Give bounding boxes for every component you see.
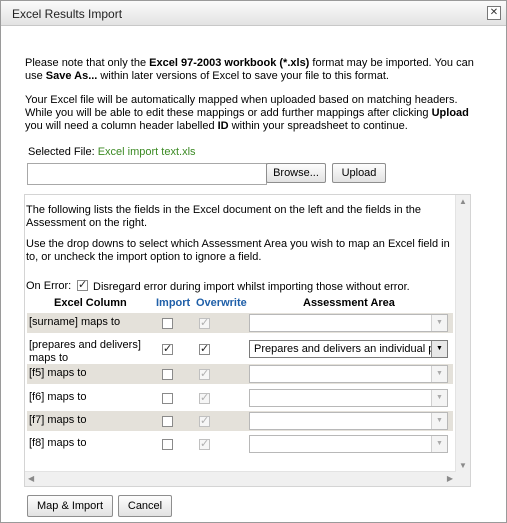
close-button[interactable]: ✕ (487, 6, 501, 20)
panel-intro: The following lists the fields in the Ex… (26, 204, 422, 229)
browse-button[interactable]: Browse... (266, 163, 326, 183)
row-overwrite-checkbox[interactable] (199, 437, 210, 450)
row-excel-column-label: [f6] maps to (29, 391, 87, 403)
row-excel-column-label: [f8] maps to (29, 437, 87, 449)
row-import-checkbox[interactable] (162, 318, 173, 329)
mapping-text-1: Your Excel file will be automatically ma… (25, 94, 458, 119)
selected-file-label: Selected File: (28, 146, 95, 158)
select-value: Prepares and delivers an individual p (254, 343, 435, 355)
row-import-checkbox[interactable] (162, 416, 173, 427)
row-excel-column-label: [f7] maps to (27, 414, 151, 427)
notice-text-1: Please note that only the (25, 57, 150, 69)
on-error-text: Disregard error during import whilst imp… (93, 281, 410, 293)
scroll-up-icon[interactable]: ▲ (459, 197, 467, 206)
panel-instructions: Use the drop downs to select which Asses… (26, 238, 450, 263)
notice-format: Excel 97-2003 workbook (*.xls) (149, 57, 310, 69)
on-error-checkbox[interactable] (77, 278, 88, 291)
notice-save-as: Save As... (45, 70, 98, 82)
row-import-checkbox[interactable] (162, 342, 173, 355)
row-excel-column-label: [surname] maps to (27, 316, 151, 329)
notice-text-3: within later versions of Excel to save y… (97, 70, 389, 82)
format-notice: Please note that only the Excel 97-2003 … (25, 57, 475, 83)
dialog-title: Excel Results Import (12, 7, 123, 21)
dialog-titlebar: Excel Results Import ✕ (1, 1, 506, 26)
row-assessment-area-select[interactable]: ▼ (249, 412, 448, 430)
vertical-scrollbar[interactable]: ▲ ▼ (455, 195, 470, 472)
map-import-button[interactable]: Map & Import (27, 495, 113, 517)
row-overwrite-checkbox[interactable] (199, 367, 210, 380)
header-import: Import (156, 297, 191, 309)
scroll-down-icon[interactable]: ▼ (459, 461, 467, 470)
on-error-label: On Error: (26, 280, 72, 292)
chevron-down-icon[interactable]: ▼ (431, 390, 447, 406)
scrollbar-corner (456, 472, 470, 486)
row-import-checkbox[interactable] (162, 369, 173, 380)
row-assessment-area-select[interactable]: ▼ (249, 435, 448, 453)
mapping-scroll-panel[interactable]: The following lists the fields in the Ex… (24, 194, 471, 487)
row-assessment-area-select[interactable]: ▼ (249, 365, 448, 383)
chevron-down-icon[interactable]: ▼ (431, 341, 447, 357)
mapping-upload: Upload (431, 107, 469, 119)
mapping-text-2: you will need a column header labelled (25, 120, 218, 132)
horizontal-scrollbar[interactable]: ◀ ▶ (25, 471, 456, 486)
row-overwrite-checkbox[interactable] (199, 342, 210, 355)
chevron-down-icon[interactable]: ▼ (431, 413, 447, 429)
close-icon: ✕ (489, 7, 499, 18)
selected-file-name: Excel import text.xls (97, 146, 196, 158)
mapping-text-3: within your spreadsheet to continue. (228, 120, 408, 132)
file-path-input[interactable] (27, 163, 267, 185)
row-overwrite-checkbox[interactable] (199, 316, 210, 329)
row-overwrite-checkbox[interactable] (199, 391, 210, 404)
row-import-checkbox[interactable] (162, 439, 173, 450)
row-excel-column-label: [prepares and delivers] maps to (29, 339, 141, 364)
row-overwrite-checkbox[interactable] (199, 414, 210, 427)
mapping-info: Your Excel file will be automatically ma… (25, 94, 475, 133)
excel-results-import-dialog: Excel Results Import ✕ Please note that … (0, 0, 507, 523)
row-assessment-area-select[interactable]: Prepares and delivers an individual p ▼ (249, 340, 448, 358)
row-import-checkbox[interactable] (162, 393, 173, 404)
header-excel-column: Excel Column (54, 297, 127, 309)
cancel-button[interactable]: Cancel (118, 495, 172, 517)
scroll-left-icon[interactable]: ◀ (28, 474, 34, 483)
chevron-down-icon[interactable]: ▼ (431, 315, 447, 331)
mapping-id: ID (217, 120, 229, 132)
chevron-down-icon[interactable]: ▼ (431, 366, 447, 382)
row-assessment-area-select[interactable]: ▼ (249, 314, 448, 332)
selected-file-line: Selected File: Excel import text.xls (28, 146, 196, 158)
chevron-down-icon[interactable]: ▼ (431, 436, 447, 452)
header-assessment-area: Assessment Area (303, 297, 395, 309)
scroll-right-icon[interactable]: ▶ (447, 474, 453, 483)
upload-button[interactable]: Upload (332, 163, 386, 183)
row-excel-column-label: [f5] maps to (27, 367, 151, 380)
header-overwrite: Overwrite (196, 297, 247, 309)
row-assessment-area-select[interactable]: ▼ (249, 389, 448, 407)
